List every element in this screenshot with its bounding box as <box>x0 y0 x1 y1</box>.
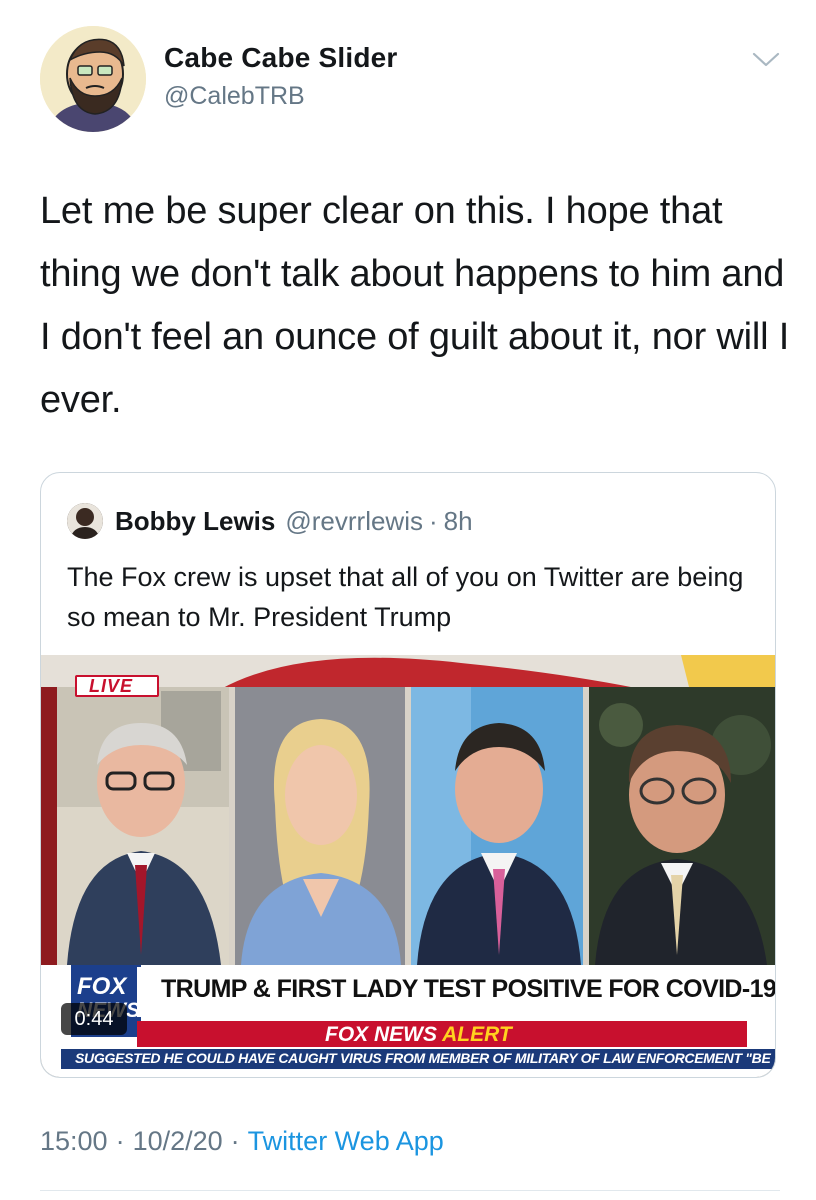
chevron-down-icon[interactable] <box>750 50 782 70</box>
quoted-tweet-card[interactable]: Bobby Lewis @revrrlewis · 8h The Fox cre… <box>40 472 776 1078</box>
quoted-tweet-header: Bobby Lewis @revrrlewis · 8h <box>67 503 473 539</box>
video-player[interactable]: LIVE FOX NEWS TRUMP & FIRST LADY TEST PO… <box>41 655 776 1077</box>
logo-line-1: FOX <box>77 973 127 1000</box>
news-headline: TRUMP & FIRST LADY TEST POSITIVE FOR COV… <box>161 975 776 1003</box>
cartoon-avatar-icon <box>40 26 146 132</box>
tweet-source-link[interactable]: Twitter Web App <box>248 1126 444 1156</box>
quoted-author-handle[interactable]: @revrrlewis <box>285 506 423 537</box>
quoted-author-avatar[interactable] <box>67 503 103 539</box>
quoted-tweet-time[interactable]: 8h <box>444 506 473 537</box>
quoted-author-name[interactable]: Bobby Lewis <box>115 506 275 537</box>
alert-suffix: ALERT <box>442 1023 512 1046</box>
quoted-tweet-text: The Fox crew is upset that all of you on… <box>67 562 744 632</box>
video-duration-badge: 0:44 <box>61 1003 127 1035</box>
ticker-bar: SUGGESTED HE COULD HAVE CAUGHT VIRUS FRO… <box>61 1049 775 1069</box>
alert-bar: FOX NEWS ALERT <box>137 1021 747 1047</box>
separator-dot: · <box>230 1126 240 1156</box>
news-lower-third: FOX NEWS TRUMP & FIRST LADY TEST POSITIV… <box>41 965 776 1077</box>
live-label: LIVE <box>89 676 134 696</box>
author-avatar[interactable] <box>40 26 146 132</box>
tweet-date[interactable]: 10/2/20 <box>133 1126 223 1156</box>
alert-label: FOX NEWS ALERT <box>325 1023 512 1047</box>
separator-dot: · <box>428 505 438 536</box>
author-block[interactable]: Cabe Cabe Slider @CalebTRB <box>164 42 398 111</box>
separator-dot: · <box>115 1126 125 1156</box>
tweet-body-text: Let me be super clear on this. I hope th… <box>40 190 790 421</box>
headline-bar: TRUMP & FIRST LADY TEST POSITIVE FOR COV… <box>137 967 776 1017</box>
tweet-time[interactable]: 15:00 <box>40 1126 108 1156</box>
person-avatar-icon <box>67 503 103 539</box>
news-ticker: SUGGESTED HE COULD HAVE CAUGHT VIRUS FRO… <box>75 1050 771 1066</box>
tweet-header: Cabe Cabe Slider @CalebTRB <box>40 24 780 134</box>
author-handle[interactable]: @CalebTRB <box>164 82 398 111</box>
live-badge: LIVE <box>75 675 159 697</box>
alert-prefix: FOX NEWS <box>325 1023 438 1046</box>
divider <box>40 1190 780 1191</box>
author-display-name[interactable]: Cabe Cabe Slider <box>164 42 398 74</box>
tweet-metadata: 15:00 · 10/2/20 · Twitter Web App <box>40 1126 444 1157</box>
